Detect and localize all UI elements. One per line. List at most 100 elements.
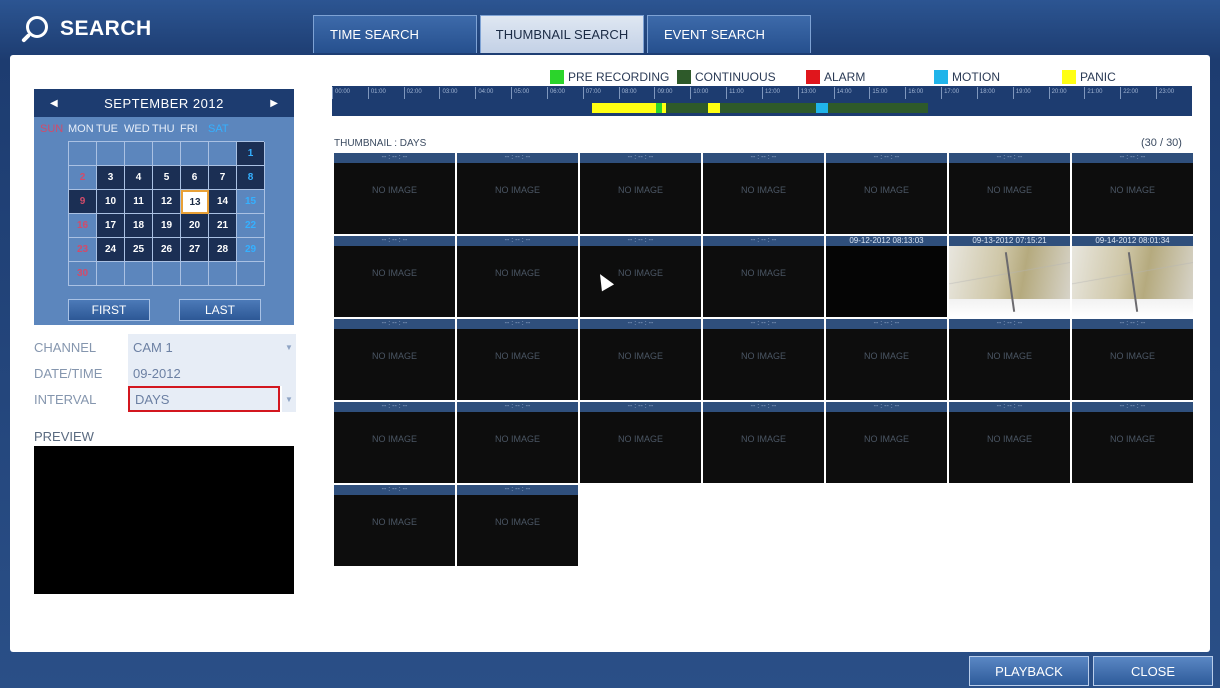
calendar-day[interactable]: 6 bbox=[181, 166, 209, 190]
timeline-hour-label: 18:00 bbox=[976, 87, 1013, 99]
tab-time-search[interactable]: TIME SEARCH bbox=[313, 15, 477, 53]
calendar-day[interactable]: 19 bbox=[153, 214, 181, 238]
calendar-day[interactable]: 22 bbox=[237, 214, 265, 238]
legend-swatch bbox=[677, 70, 691, 84]
timeline-hour-label: 15:00 bbox=[869, 87, 905, 99]
calendar-day[interactable]: 13 bbox=[181, 190, 209, 214]
calendar-day[interactable]: 16 bbox=[69, 214, 97, 238]
thumbnail-cell[interactable]: -- : -- : -- NO IMAGE bbox=[580, 319, 701, 400]
legend-label: ALARM bbox=[824, 70, 866, 84]
no-image-label: NO IMAGE bbox=[863, 185, 909, 195]
calendar-day[interactable]: 21 bbox=[209, 214, 237, 238]
thumbnail-cell[interactable]: -- : -- : -- NO IMAGE bbox=[826, 153, 947, 234]
interval-select[interactable]: DAYS bbox=[128, 386, 280, 412]
close-button[interactable]: CLOSE bbox=[1093, 656, 1213, 686]
thumbnail-cell[interactable]: 09-14-2012 08:01:34 bbox=[1072, 236, 1193, 317]
thumbnail-header: -- : -- : -- bbox=[1072, 319, 1193, 329]
thumbnail-header: -- : -- : -- bbox=[334, 485, 455, 495]
calendar-day[interactable]: 5 bbox=[153, 166, 181, 190]
thumbnail-cell[interactable]: -- : -- : -- NO IMAGE bbox=[334, 319, 455, 400]
calendar-day[interactable]: 20 bbox=[181, 214, 209, 238]
calendar-day[interactable]: 28 bbox=[209, 238, 237, 262]
calendar-day[interactable]: 11 bbox=[125, 190, 153, 214]
thumbnail-cell[interactable]: -- : -- : -- NO IMAGE bbox=[949, 319, 1070, 400]
weekday-thu: THU bbox=[152, 123, 175, 135]
calendar-day[interactable]: 10 bbox=[97, 190, 125, 214]
thumbnail-cell[interactable]: -- : -- : -- NO IMAGE bbox=[334, 236, 455, 317]
thumbnail-cell[interactable]: -- : -- : -- NO IMAGE bbox=[826, 319, 947, 400]
chevron-down-icon[interactable]: ▼ bbox=[282, 334, 296, 360]
thumbnail-cell[interactable]: -- : -- : -- NO IMAGE bbox=[334, 153, 455, 234]
calendar-day[interactable]: 18 bbox=[125, 214, 153, 238]
timeline-hour-label: 14:00 bbox=[833, 87, 870, 99]
thumbnail-cell[interactable]: -- : -- : -- NO IMAGE bbox=[1072, 319, 1193, 400]
calendar-empty-cell bbox=[181, 262, 209, 286]
thumbnail-header: -- : -- : -- bbox=[826, 153, 947, 163]
calendar-day[interactable]: 27 bbox=[181, 238, 209, 262]
calendar-day[interactable]: 24 bbox=[97, 238, 125, 262]
thumbnail-cell[interactable]: 09-12-2012 08:13:03 bbox=[826, 236, 947, 317]
thumbnail-cell[interactable]: -- : -- : -- NO IMAGE bbox=[457, 319, 578, 400]
tab-event-search[interactable]: EVENT SEARCH bbox=[647, 15, 811, 53]
thumbnail-cell[interactable]: -- : -- : -- NO IMAGE bbox=[334, 402, 455, 483]
legend-swatch bbox=[550, 70, 564, 84]
next-month-icon[interactable]: ▶ bbox=[270, 98, 278, 109]
calendar-day[interactable]: 25 bbox=[125, 238, 153, 262]
channel-select[interactable]: CAM 1 bbox=[128, 334, 296, 360]
calendar-day[interactable]: 8 bbox=[237, 166, 265, 190]
thumbnail-cell[interactable]: -- : -- : -- NO IMAGE bbox=[457, 153, 578, 234]
calendar-day[interactable]: 30 bbox=[69, 262, 97, 286]
calendar-day[interactable]: 4 bbox=[125, 166, 153, 190]
no-image-label: NO IMAGE bbox=[1109, 434, 1155, 444]
thumbnail-cell[interactable]: -- : -- : -- NO IMAGE bbox=[457, 402, 578, 483]
thumbnail-cell[interactable]: -- : -- : -- NO IMAGE bbox=[703, 236, 824, 317]
prev-month-icon[interactable]: ◀ bbox=[50, 98, 58, 109]
calendar-day[interactable]: 14 bbox=[209, 190, 237, 214]
thumbnail-cell[interactable]: -- : -- : -- NO IMAGE bbox=[580, 153, 701, 234]
thumbnail-header: -- : -- : -- bbox=[703, 402, 824, 412]
thumbnail-header: -- : -- : -- bbox=[826, 402, 947, 412]
weekday-mon: MON bbox=[68, 123, 94, 135]
thumbnail-cell[interactable]: -- : -- : -- NO IMAGE bbox=[1072, 153, 1193, 234]
chevron-down-icon[interactable]: ▼ bbox=[282, 386, 296, 412]
no-image-label: NO IMAGE bbox=[617, 351, 663, 361]
calendar-day[interactable]: 1 bbox=[237, 142, 265, 166]
calendar-day[interactable]: 3 bbox=[97, 166, 125, 190]
thumbnail-cell[interactable]: -- : -- : -- NO IMAGE bbox=[334, 485, 455, 566]
calendar-day[interactable]: 17 bbox=[97, 214, 125, 238]
calendar-day[interactable]: 9 bbox=[69, 190, 97, 214]
calendar-day[interactable]: 29 bbox=[237, 238, 265, 262]
thumbnail-cell[interactable]: -- : -- : -- NO IMAGE bbox=[826, 402, 947, 483]
thumbnail-header: -- : -- : -- bbox=[580, 402, 701, 412]
channel-label: CHANNEL bbox=[34, 339, 97, 355]
legend-swatch bbox=[806, 70, 820, 84]
calendar-day[interactable]: 7 bbox=[209, 166, 237, 190]
thumbnail-cell[interactable]: 09-13-2012 07:15:21 bbox=[949, 236, 1070, 317]
calendar-day[interactable]: 15 bbox=[237, 190, 265, 214]
playback-button[interactable]: PLAYBACK bbox=[969, 656, 1089, 686]
thumbnail-cell[interactable]: -- : -- : -- NO IMAGE bbox=[703, 319, 824, 400]
tab-thumbnail-search[interactable]: THUMBNAIL SEARCH bbox=[480, 15, 644, 53]
timeline-bar[interactable]: 00:00 01:00 02:00 03:00 04:00 05:00 06:00 07:00… bbox=[332, 86, 1192, 116]
thumbnail-header: -- : -- : -- bbox=[949, 153, 1070, 163]
thumbnail-cell[interactable]: -- : -- : -- NO IMAGE bbox=[949, 153, 1070, 234]
thumbnail-header: -- : -- : -- bbox=[457, 402, 578, 412]
calendar-day[interactable]: 23 bbox=[69, 238, 97, 262]
thumbnail-cell[interactable]: -- : -- : -- NO IMAGE bbox=[703, 402, 824, 483]
calendar-day[interactable]: 2 bbox=[69, 166, 97, 190]
thumbnail-cell[interactable]: -- : -- : -- NO IMAGE bbox=[580, 402, 701, 483]
timeline-segment-continuous bbox=[720, 103, 816, 113]
calendar-day[interactable]: 12 bbox=[153, 190, 181, 214]
first-button[interactable]: FIRST bbox=[68, 299, 150, 321]
thumbnail-cell[interactable]: -- : -- : -- NO IMAGE bbox=[457, 236, 578, 317]
thumbnail-cell[interactable]: -- : -- : -- NO IMAGE bbox=[949, 402, 1070, 483]
thumbnail-cell[interactable]: -- : -- : -- NO IMAGE bbox=[457, 485, 578, 566]
thumbnail-header: -- : -- : -- bbox=[334, 236, 455, 246]
datetime-field[interactable]: 09-2012 bbox=[128, 360, 296, 386]
last-button[interactable]: LAST bbox=[179, 299, 261, 321]
thumbnail-header: 09-12-2012 08:13:03 bbox=[826, 236, 947, 246]
thumbnail-cell[interactable]: -- : -- : -- NO IMAGE bbox=[703, 153, 824, 234]
thumbnail-cell[interactable]: -- : -- : -- NO IMAGE bbox=[1072, 402, 1193, 483]
calendar-day[interactable]: 26 bbox=[153, 238, 181, 262]
no-image-label: NO IMAGE bbox=[371, 185, 417, 195]
